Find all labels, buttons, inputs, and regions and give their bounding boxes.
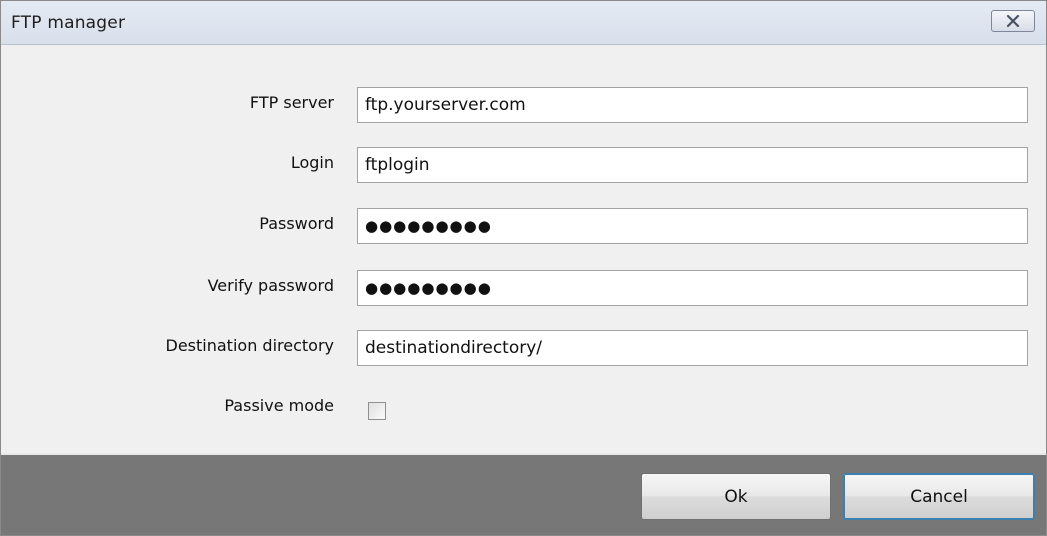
ftp-settings-form: FTP server ftp.yourserver.com Login ftpl… bbox=[1, 45, 1046, 453]
verify-password-label: Verify password bbox=[207, 276, 334, 295]
ftp-manager-dialog: FTP manager FTP server ftp.yourserver.co… bbox=[0, 0, 1047, 536]
button-bar: Ok Cancel bbox=[1, 453, 1046, 535]
passive-mode-checkbox[interactable] bbox=[368, 402, 386, 420]
ok-button[interactable]: Ok bbox=[641, 473, 831, 520]
login-label: Login bbox=[290, 153, 334, 172]
login-input[interactable]: ftplogin bbox=[357, 147, 1028, 183]
close-icon bbox=[1006, 15, 1020, 27]
passive-mode-label: Passive mode bbox=[224, 396, 334, 415]
close-button[interactable] bbox=[991, 10, 1035, 32]
ftp-server-label: FTP server bbox=[249, 93, 334, 112]
destination-directory-input[interactable]: destinationdirectory/ bbox=[357, 330, 1028, 366]
dialog-title: FTP manager bbox=[11, 13, 126, 33]
ftp-server-input[interactable]: ftp.yourserver.com bbox=[357, 87, 1028, 123]
destination-directory-label: Destination directory bbox=[165, 336, 334, 355]
password-label: Password bbox=[259, 214, 334, 233]
password-input[interactable]: ●●●●●●●●● bbox=[357, 208, 1028, 244]
title-bar: FTP manager bbox=[1, 1, 1046, 45]
verify-password-input[interactable]: ●●●●●●●●● bbox=[357, 270, 1028, 306]
cancel-button[interactable]: Cancel bbox=[843, 473, 1035, 520]
